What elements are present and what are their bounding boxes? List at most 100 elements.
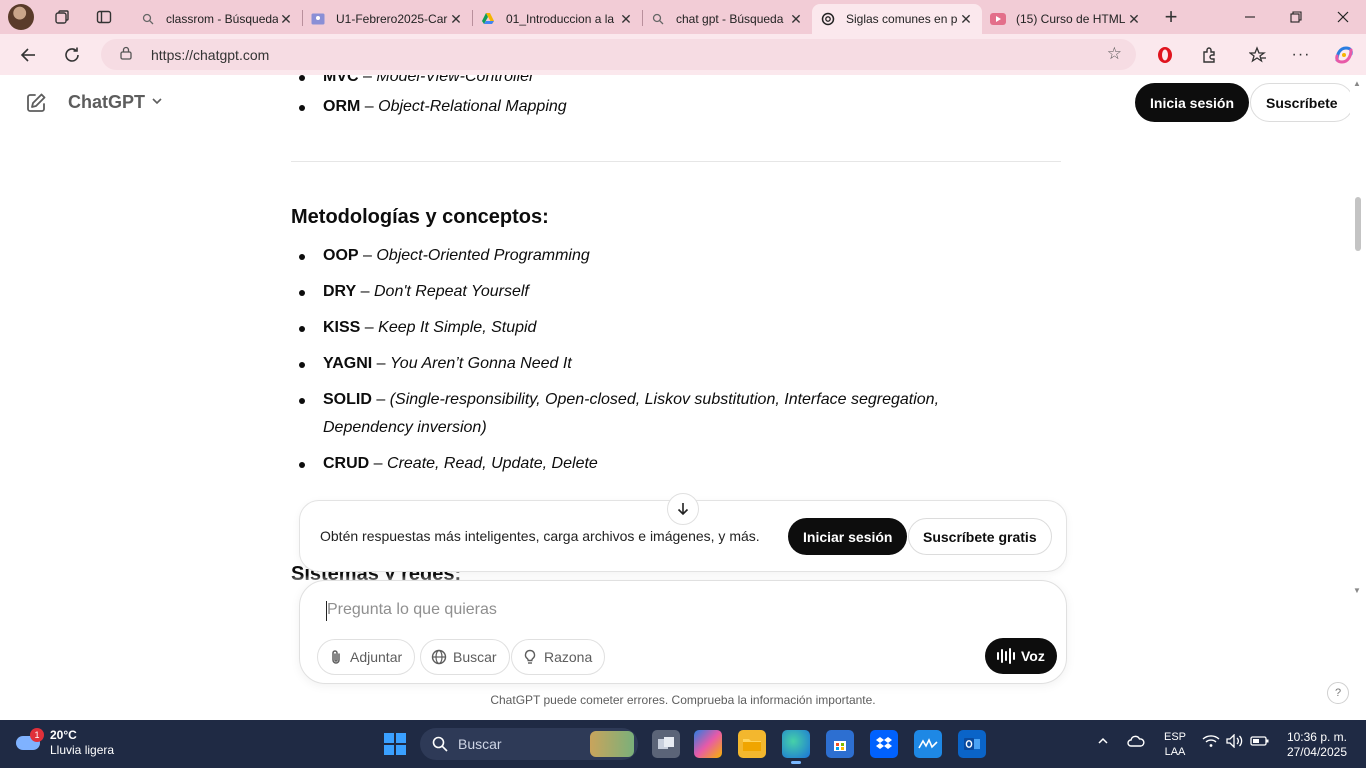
back-icon[interactable] (15, 42, 41, 68)
youtube-icon (990, 11, 1006, 27)
promo-login-button[interactable]: Iniciar sesión (788, 518, 908, 555)
browser-tab-active[interactable]: Siglas comunes en p ✕ (812, 4, 982, 34)
tab-actions-icon[interactable] (94, 7, 114, 27)
browser-tab[interactable]: U1-Febrero2025-Car ✕ (302, 4, 472, 34)
separator: – (371, 391, 390, 408)
close-window-icon[interactable] (1320, 0, 1366, 34)
tab-close-icon[interactable]: ✕ (448, 11, 464, 28)
tab-close-icon[interactable]: ✕ (618, 11, 634, 28)
list-item: OOP – Object-Oriented Programming (291, 242, 1011, 270)
model-selector[interactable]: ChatGPT (68, 92, 163, 113)
subscribe-button[interactable]: Suscríbete (1250, 83, 1354, 122)
tab-close-icon[interactable]: ✕ (958, 11, 974, 28)
input-language[interactable]: ESP LAA (1163, 730, 1187, 760)
help-button[interactable]: ? (1327, 682, 1349, 704)
dropbox-icon[interactable] (870, 730, 898, 758)
separator: – (358, 247, 377, 264)
show-hidden-icons-icon[interactable] (1097, 734, 1109, 750)
search-label: Buscar (453, 649, 497, 665)
clock-time: 10:36 p. m. (1286, 730, 1347, 744)
chatgpt-icon (820, 11, 836, 27)
login-button[interactable]: Inicia sesión (1135, 83, 1250, 122)
reason-button[interactable]: Razona (511, 639, 606, 675)
search-highlight-image (590, 731, 634, 757)
scroll-down-arrow-icon[interactable]: ▼ (1353, 586, 1361, 595)
system-clock[interactable]: 10:36 p. m. 27/04/2025 (1283, 730, 1347, 760)
taskbar-search-label: Buscar (458, 736, 502, 752)
divider (291, 161, 1061, 162)
weather-desc: Lluvia ligera (50, 743, 115, 757)
taskbar-search[interactable]: Buscar (420, 728, 638, 760)
profile-avatar[interactable] (8, 4, 34, 30)
search-button[interactable]: Buscar (420, 639, 510, 675)
tab-close-icon[interactable]: ✕ (278, 11, 294, 28)
onedrive-sync-icon[interactable] (1127, 734, 1145, 751)
start-menu-icon[interactable] (384, 733, 406, 755)
scrollbar-thumb[interactable] (1355, 197, 1361, 251)
page-scrollbar[interactable]: ▲ ▼ (1350, 75, 1366, 720)
brand-label: ChatGPT (68, 92, 146, 112)
chatgpt-page: MVC – Model-View-Controller ORM – Object… (0, 75, 1366, 720)
browser-tab[interactable]: classrom - Búsqueda ✕ (132, 4, 302, 34)
tab-close-icon[interactable]: ✕ (1126, 11, 1142, 28)
promo-subscribe-button[interactable]: Suscríbete gratis (908, 518, 1052, 555)
bullet (299, 290, 305, 296)
scroll-down-button[interactable] (667, 493, 699, 525)
voice-button[interactable]: Voz (985, 638, 1057, 674)
drive-icon (480, 11, 496, 27)
address-bar[interactable]: https://chatgpt.com ☆ (101, 39, 1136, 70)
tab-close-icon[interactable]: ✕ (788, 11, 804, 28)
copilot-icon[interactable] (1331, 42, 1357, 68)
attach-label: Adjuntar (350, 649, 403, 665)
scroll-up-arrow-icon[interactable]: ▲ (1353, 79, 1361, 88)
more-options-icon[interactable]: ··· (1288, 42, 1314, 68)
acronym-meaning: You Aren’t Gonna Need It (390, 355, 572, 372)
site-info-icon[interactable] (119, 46, 135, 63)
attach-button[interactable]: Adjuntar (317, 639, 416, 675)
restore-icon[interactable] (1273, 0, 1319, 34)
weather-cloud-icon: 1 (14, 728, 44, 756)
mcafee-app-icon[interactable] (914, 730, 942, 758)
minimize-icon[interactable] (1227, 0, 1273, 34)
list-item: KISS – Keep It Simple, Stupid (291, 314, 1011, 342)
new-chat-icon[interactable] (24, 91, 48, 115)
url-text: https://chatgpt.com (151, 46, 270, 63)
reason-label: Razona (544, 649, 593, 665)
lightbulb-icon (522, 649, 538, 665)
battery-icon[interactable] (1250, 734, 1270, 751)
microsoft-store-icon[interactable] (826, 730, 854, 758)
volume-icon[interactable] (1226, 733, 1244, 751)
search-icon (650, 11, 666, 27)
separator: – (372, 355, 390, 372)
tab-title: Siglas comunes en p (846, 12, 958, 26)
search-icon (140, 11, 156, 27)
browser-tab[interactable]: 01_Introduccion a la ✕ (472, 4, 642, 34)
favorites-icon[interactable] (1245, 42, 1271, 68)
browser-tab[interactable]: chat gpt - Búsqueda ✕ (642, 4, 812, 34)
list-item: SOLID – (Single-responsibility, Open-clo… (291, 386, 1011, 442)
edge-browser-icon[interactable] (782, 730, 810, 764)
copilot-app-icon[interactable] (694, 730, 722, 758)
favorite-star-icon[interactable]: ☆ (1107, 44, 1122, 64)
extensions-icon[interactable] (1196, 42, 1222, 68)
list-item: CRUD – Create, Read, Update, Delete (291, 450, 1011, 478)
acronym-meaning: Don't Repeat Yourself (373, 283, 529, 300)
chevron-down-icon (151, 95, 163, 110)
arrow-down-icon (677, 503, 689, 516)
reload-icon[interactable] (59, 42, 85, 68)
outlook-icon[interactable] (958, 730, 986, 758)
new-tab-icon[interactable]: + (1161, 4, 1181, 29)
browser-tab[interactable]: (15) Curso de HTML ✕ (982, 4, 1150, 34)
opera-extension-icon[interactable] (1152, 42, 1178, 68)
tab-title: (15) Curso de HTML (1016, 12, 1126, 26)
task-view-icon[interactable] (652, 730, 680, 758)
wifi-icon[interactable] (1202, 734, 1220, 751)
tab-title: 01_Introduccion a la (506, 12, 615, 26)
file-explorer-icon[interactable] (738, 730, 766, 758)
acronym-meaning: Create, Read, Update, Delete (387, 455, 598, 472)
acronym: DRY (323, 283, 357, 300)
prompt-input[interactable] (327, 597, 1027, 623)
weather-widget[interactable]: 1 20°C Lluvia ligera (14, 728, 114, 758)
tab-title: U1-Febrero2025-Car (336, 12, 448, 26)
workspaces-icon[interactable] (52, 7, 72, 27)
